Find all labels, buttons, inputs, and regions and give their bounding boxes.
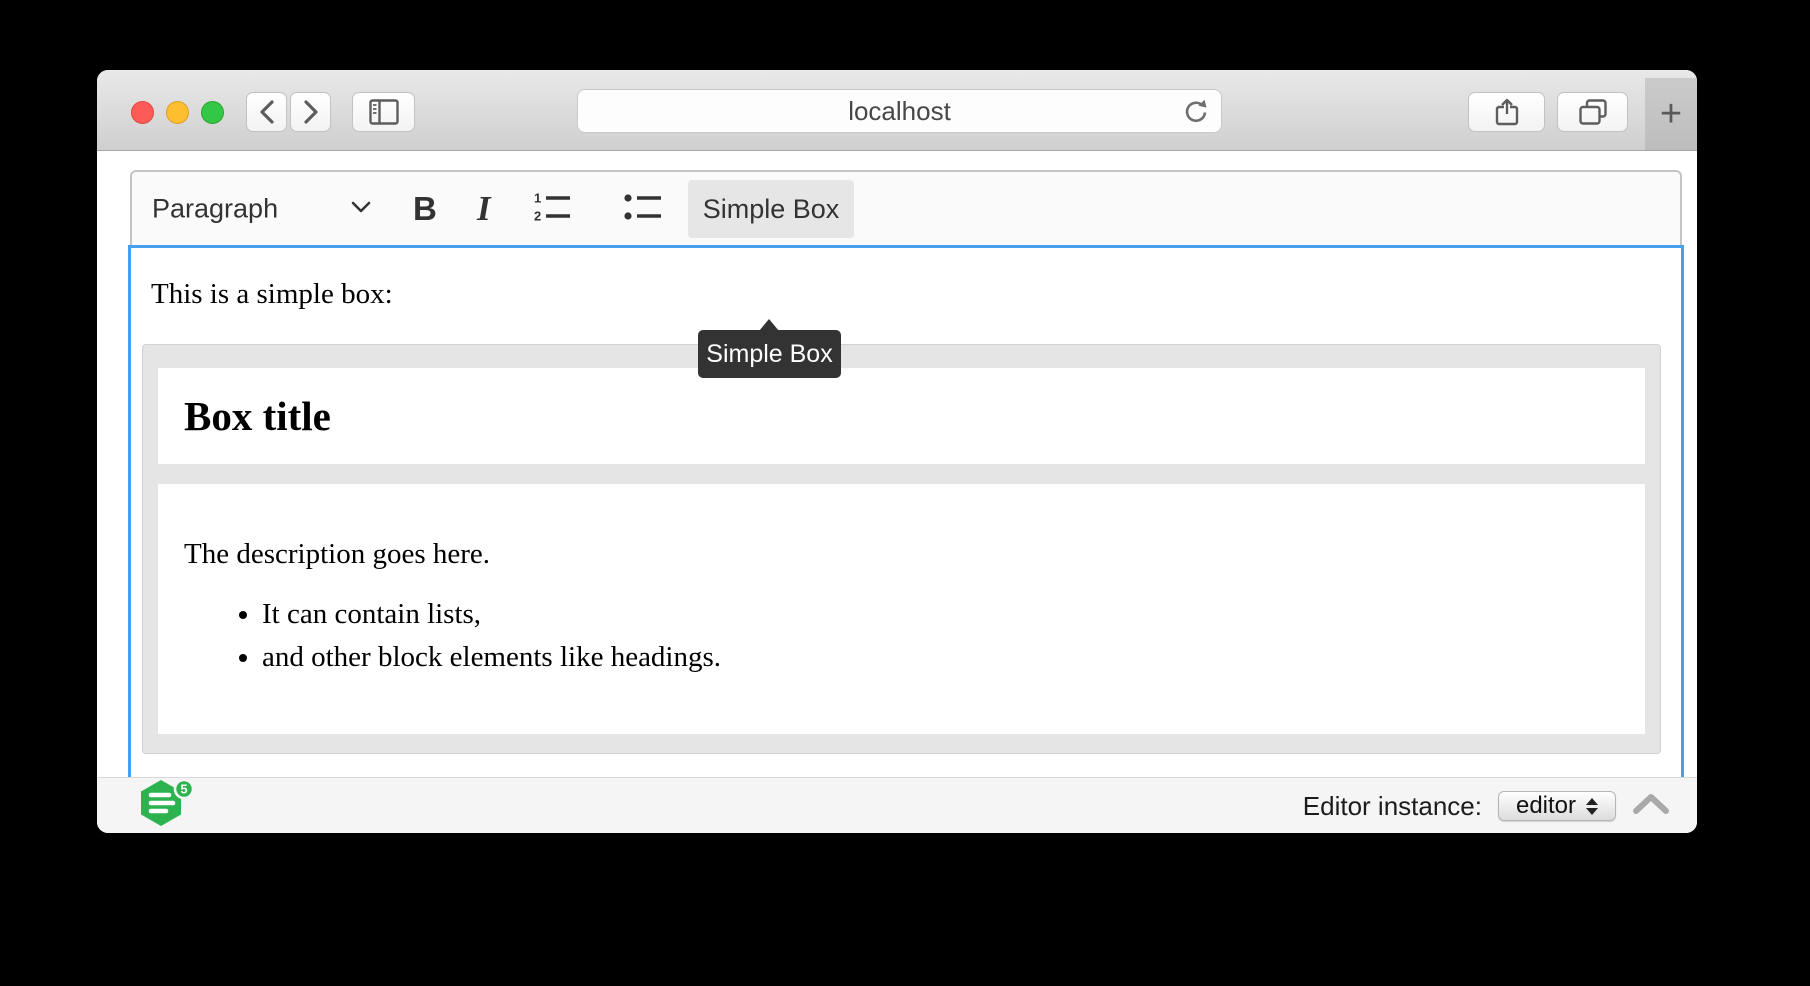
safari-window: localhost <box>97 70 1697 833</box>
expand-inspector-button[interactable] <box>1632 792 1670 821</box>
dropdown-chevron-icon[interactable] <box>351 200 371 218</box>
logo-badge: 5 <box>180 782 187 797</box>
ckeditor-inspector-bar: 5 Editor instance: editor <box>97 777 1697 833</box>
svg-text:1: 1 <box>534 190 541 205</box>
list-item[interactable]: and other block elements like headings. <box>262 639 1619 676</box>
description-paragraph[interactable]: The description goes here. <box>184 538 1619 571</box>
select-arrows-icon <box>1586 798 1598 815</box>
address-bar[interactable]: localhost <box>577 89 1222 133</box>
desktop-background: localhost <box>0 0 1810 986</box>
minimize-window-button[interactable] <box>166 101 189 124</box>
show-all-tabs-button[interactable] <box>1557 92 1628 132</box>
editor-instance-select[interactable]: editor <box>1498 791 1616 821</box>
sidebar-toggle-button[interactable] <box>352 92 415 132</box>
refresh-icon <box>1181 97 1211 127</box>
bold-button[interactable]: B <box>413 190 437 228</box>
sidebar-icon <box>369 99 399 125</box>
refresh-button[interactable] <box>1181 97 1211 134</box>
list-item[interactable]: It can contain lists, <box>262 596 1619 633</box>
italic-button[interactable]: I <box>477 189 491 229</box>
chevron-up-icon <box>1632 792 1670 816</box>
numbered-list-button[interactable]: 1 2 <box>532 189 574 228</box>
close-window-button[interactable] <box>131 101 154 124</box>
chevron-left-icon <box>258 99 276 125</box>
box-title-heading[interactable]: Box title <box>184 392 331 440</box>
new-tab-button[interactable]: + <box>1645 78 1697 150</box>
bulleted-list-button[interactable] <box>623 189 665 228</box>
ckeditor5-logo[interactable]: 5 <box>135 779 201 832</box>
paragraph-style-dropdown[interactable]: Paragraph <box>152 193 278 224</box>
share-icon <box>1494 97 1520 127</box>
share-button[interactable] <box>1468 92 1545 132</box>
address-bar-url: localhost <box>848 96 951 127</box>
simple-box-widget[interactable]: Box title The description goes here. It … <box>142 344 1661 754</box>
simple-box-title-area[interactable]: Box title <box>158 368 1645 464</box>
tabs-overview-icon <box>1578 98 1608 126</box>
bulleted-list-icon <box>623 189 665 223</box>
intro-paragraph[interactable]: This is a simple box: <box>151 278 1681 311</box>
simple-box-description-area[interactable]: The description goes here. It can contai… <box>158 484 1645 734</box>
simple-box-button[interactable]: Simple Box <box>688 180 854 238</box>
ckeditor-toolbar: Paragraph B I 1 2 <box>130 170 1682 245</box>
forward-button[interactable] <box>290 92 331 132</box>
browser-toolbar: localhost <box>97 70 1697 151</box>
web-page: Paragraph B I 1 2 <box>97 151 1697 777</box>
svg-text:2: 2 <box>534 208 541 223</box>
chevron-right-icon <box>302 99 320 125</box>
selected-instance-value: editor <box>1516 792 1576 820</box>
description-list: It can contain lists, and other block el… <box>184 596 1619 676</box>
editor-editable-area[interactable]: This is a simple box: Box title The desc… <box>128 245 1684 777</box>
back-button[interactable] <box>246 92 287 132</box>
editor-instance-label: Editor instance: <box>1303 791 1482 822</box>
plus-icon: + <box>1660 93 1682 136</box>
numbered-list-icon: 1 2 <box>532 189 574 223</box>
zoom-window-button[interactable] <box>201 101 224 124</box>
simple-box-tooltip: Simple Box <box>698 330 841 378</box>
